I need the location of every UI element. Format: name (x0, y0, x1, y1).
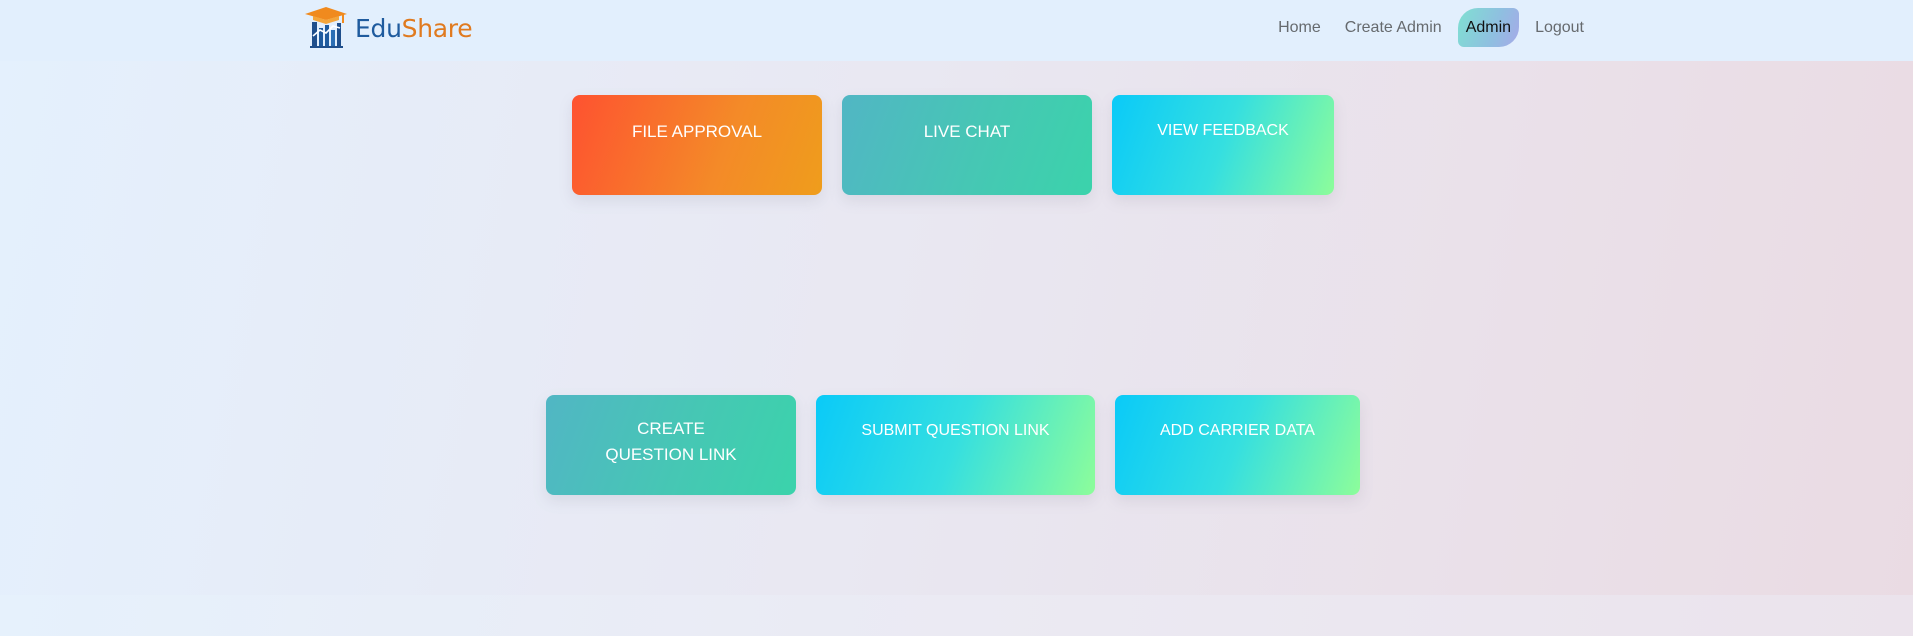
view-feedback-label: VIEW FEEDBACK (1157, 122, 1289, 139)
navbar: Edu Share Home Create Admin Admin Logout (0, 0, 1913, 61)
nav-logout[interactable]: Logout (1523, 8, 1596, 47)
file-approval-label: FILE APPROVAL (631, 122, 763, 141)
live-chat-label: LIVE CHAT (923, 122, 1011, 141)
brand-logo-link[interactable]: Edu Share (303, 6, 473, 50)
brand-name: Edu Share (355, 13, 473, 43)
nav-admin[interactable]: Admin (1457, 8, 1520, 47)
file-approval-card[interactable]: FILE APPROVAL (572, 95, 822, 195)
graduation-cap-building-icon (305, 7, 347, 48)
view-feedback-card[interactable]: VIEW FEEDBACK (1112, 95, 1334, 195)
nav-create-admin[interactable]: Create Admin (1333, 8, 1454, 47)
submit-question-link-label: SUBMIT QUESTION LINK (861, 422, 1050, 439)
create-question-link-label: CREATE QUESTION LINK (605, 419, 737, 464)
brand-name-edu: Edu (355, 13, 402, 43)
nav-home[interactable]: Home (1266, 8, 1333, 47)
create-question-link-card[interactable]: CREATE QUESTION LINK (546, 395, 796, 495)
footer-band (0, 595, 1913, 636)
submit-question-link-card[interactable]: SUBMIT QUESTION LINK (816, 395, 1095, 495)
add-carrier-data-card[interactable]: ADD CARRIER DATA (1115, 395, 1360, 495)
brand-name-share: Share (401, 13, 473, 43)
add-carrier-data-label: ADD CARRIER DATA (1160, 422, 1315, 439)
live-chat-card[interactable]: LIVE CHAT (842, 95, 1092, 195)
main-nav: Home Create Admin Admin Logout (1266, 8, 1596, 47)
